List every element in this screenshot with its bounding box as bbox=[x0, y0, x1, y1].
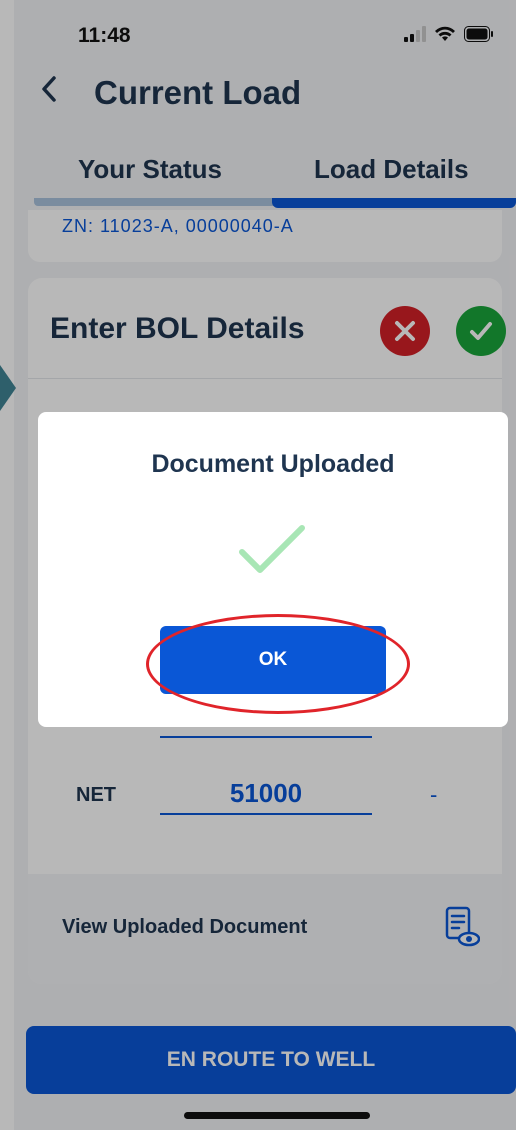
side-arrow-icon bbox=[0, 365, 16, 411]
annotation-circle bbox=[146, 614, 410, 714]
dialog-title: Document Uploaded bbox=[151, 450, 395, 478]
check-icon bbox=[234, 520, 314, 585]
